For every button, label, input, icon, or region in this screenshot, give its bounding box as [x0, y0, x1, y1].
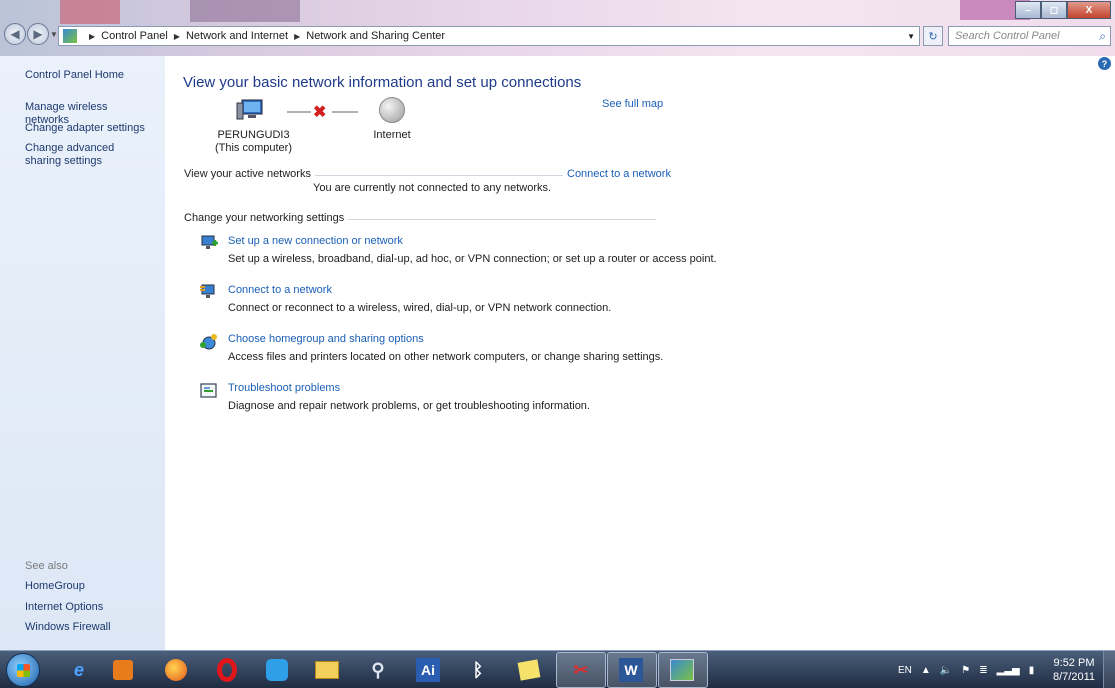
clock-date: 8/7/2011 — [1052, 671, 1095, 683]
system-tray: EN ▲ 🔈 ⚑ ≣ ▂▃▅ ▮ — [898, 651, 1043, 688]
active-networks-heading: View your active networks — [184, 168, 315, 180]
language-indicator[interactable]: EN — [898, 665, 912, 676]
background-decoration — [190, 0, 300, 22]
navigation-buttons: ◀ ▶ ▼ — [4, 23, 60, 45]
breadcrumb-control-panel[interactable]: Control Panel — [101, 30, 168, 42]
address-bar[interactable]: ▶ Control Panel ▶ Network and Internet ▶… — [58, 26, 920, 46]
computer-name: PERUNGUDI3 — [217, 129, 290, 141]
power-icon[interactable]: ▮ — [1029, 665, 1035, 676]
breadcrumb-network-and-sharing-center[interactable]: Network and Sharing Center — [306, 30, 445, 42]
sidebar-item-adapter-settings[interactable]: Change adapter settings — [25, 122, 150, 135]
search-icon[interactable]: ⌕ — [1099, 29, 1106, 44]
network-app-icon[interactable]: ⚲ — [363, 655, 393, 685]
internet-globe-icon — [379, 97, 405, 123]
forward-arrow-icon: ▶ — [33, 27, 43, 41]
back-arrow-icon: ◀ — [10, 27, 20, 41]
see-also-heading: See also — [25, 560, 68, 572]
explorer-folder-icon[interactable] — [312, 655, 342, 685]
forward-button[interactable]: ▶ — [27, 23, 49, 45]
messenger-icon[interactable] — [262, 655, 292, 685]
breadcrumb-separator-icon[interactable]: ▶ — [174, 32, 180, 41]
illustrator-icon[interactable]: Ai — [413, 655, 443, 685]
firefox-icon[interactable] — [161, 655, 191, 685]
action-center-flag-icon[interactable]: ⚑ — [961, 665, 970, 676]
background-decoration — [60, 0, 120, 24]
taskbar: e ⚲ Ai ᛒ ✂ W EN ▲ 🔈 ⚑ ≣ ▂▃▅ ▮ 9:52 PM 8/… — [0, 650, 1115, 688]
breadcrumb-separator-icon[interactable]: ▶ — [89, 32, 95, 41]
breadcrumb-separator-icon[interactable]: ▶ — [294, 32, 300, 41]
address-dropdown-icon[interactable]: ▼ — [907, 32, 915, 41]
help-icon[interactable]: ? — [1098, 57, 1111, 70]
computer-label: PERUNGUDI3 (This computer) — [200, 129, 307, 155]
connect-network-description: Connect or reconnect to a wireless, wire… — [228, 302, 612, 314]
connection-line — [287, 111, 311, 113]
search-box[interactable]: ⌕ — [948, 26, 1111, 46]
chevron-down-icon: ▼ — [50, 29, 58, 39]
sticky-notes-icon[interactable] — [514, 655, 544, 685]
connect-network-link[interactable]: Connect to a network — [228, 284, 332, 296]
show-desktop-button[interactable] — [1103, 651, 1115, 688]
opera-icon[interactable] — [212, 655, 242, 685]
sidebar-item-internet-options[interactable]: Internet Options — [25, 601, 150, 614]
clock[interactable]: 9:52 PM 8/7/2011 — [1050, 656, 1098, 684]
media-player-icon[interactable] — [108, 655, 138, 685]
breadcrumb-network-and-internet[interactable]: Network and Internet — [186, 30, 288, 42]
computer-sublabel: (This computer) — [214, 142, 293, 154]
volume-icon[interactable]: 🔈 — [940, 665, 952, 676]
search-input[interactable] — [955, 30, 1085, 42]
maximize-button[interactable]: ◻ — [1041, 1, 1067, 19]
start-button[interactable] — [6, 653, 40, 687]
homegroup-sharing-link[interactable]: Choose homegroup and sharing options — [228, 333, 424, 345]
setup-connection-link[interactable]: Set up a new connection or network — [228, 235, 403, 247]
bluetooth-icon[interactable]: ᛒ — [463, 655, 493, 685]
back-button[interactable]: ◀ — [4, 23, 26, 45]
internet-label: Internet — [373, 129, 411, 141]
left-navigation-pane: Control Panel Home Manage wireless netwo… — [0, 56, 165, 650]
page-title: View your basic network information and … — [183, 74, 582, 91]
troubleshoot-icon — [200, 383, 217, 398]
network-disconnected-icon[interactable]: ≣ — [979, 665, 987, 676]
control-panel-icon — [63, 29, 77, 43]
signal-icon[interactable]: ▂▃▅ — [997, 665, 1020, 676]
setup-connection-description: Set up a wireless, broadband, dial-up, a… — [228, 253, 717, 265]
refresh-icon: ↻ — [928, 30, 938, 43]
sidebar-control-panel-home[interactable]: Control Panel Home — [25, 69, 150, 82]
networking-settings-heading: Change your networking settings — [184, 212, 349, 224]
troubleshoot-link[interactable]: Troubleshoot problems — [228, 382, 340, 394]
new-connection-icon — [201, 235, 218, 249]
sidebar-item-advanced-sharing[interactable]: Change advanced sharing settings — [25, 142, 150, 168]
internet-explorer-icon[interactable]: e — [64, 655, 94, 685]
minimize-button[interactable]: – — [1015, 1, 1041, 19]
homegroup-sharing-description: Access files and printers located on oth… — [228, 351, 664, 363]
sidebar-item-homegroup[interactable]: HomeGroup — [25, 580, 150, 593]
see-full-map-link[interactable]: See full map — [602, 98, 663, 110]
connect-to-network-link[interactable]: Connect to a network — [563, 168, 671, 180]
connection-line — [332, 111, 358, 113]
refresh-button[interactable]: ↻ — [923, 26, 943, 46]
computer-icon — [236, 99, 263, 120]
window-chrome: – ◻ X ◀ ▶ ▼ ▶ Control Panel ▶ Network an… — [0, 0, 1115, 56]
close-button[interactable]: X — [1067, 1, 1111, 19]
window-controls: – ◻ X — [1015, 1, 1111, 19]
show-hidden-icons-icon[interactable]: ▲ — [921, 665, 931, 676]
disconnected-x-icon: ✖ — [313, 104, 327, 121]
word-icon[interactable]: W — [616, 655, 646, 685]
troubleshoot-description: Diagnose and repair network problems, or… — [228, 400, 590, 412]
control-panel-taskbar-icon[interactable] — [667, 655, 697, 685]
sidebar-item-windows-firewall[interactable]: Windows Firewall — [25, 621, 150, 634]
homegroup-icon — [200, 334, 217, 350]
snipping-tool-icon[interactable]: ✂ — [566, 655, 596, 685]
connection-status-text: You are currently not connected to any n… — [313, 182, 552, 194]
connect-network-icon — [200, 284, 215, 298]
clock-time: 9:52 PM — [1053, 657, 1095, 669]
